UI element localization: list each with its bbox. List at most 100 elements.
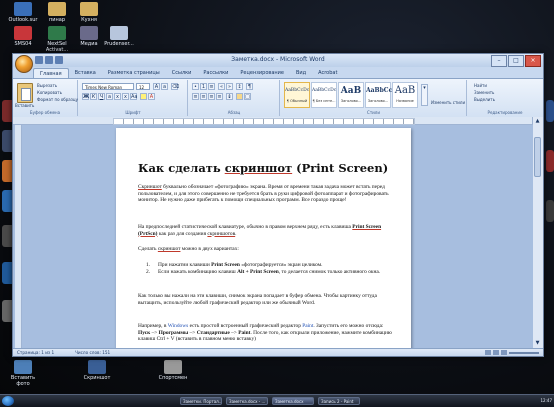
- style-heading-1[interactable]: AaB Заголово...: [338, 82, 364, 108]
- print-layout-view-icon[interactable]: [485, 350, 491, 355]
- page-count[interactable]: Страница: 1 из 1: [17, 350, 54, 355]
- desktop-app-icon[interactable]: [546, 200, 554, 222]
- style-normal[interactable]: AaBbCcDc ¶ Обычный: [284, 82, 310, 108]
- format-painter-button[interactable]: Формат по образцу: [37, 97, 78, 102]
- font-color-button[interactable]: A: [148, 93, 155, 100]
- desktop-icon-media[interactable]: Медиа: [74, 26, 104, 47]
- desktop-icon-sportsman[interactable]: Спортсмен: [158, 360, 188, 381]
- vertical-scrollbar[interactable]: ▲ ▼: [532, 117, 543, 348]
- desktop-icon-sms04[interactable]: SMS04: [8, 26, 38, 47]
- align-center-button[interactable]: ≡: [200, 93, 207, 100]
- close-button[interactable]: ×: [525, 55, 541, 67]
- desktop-icon-kitchen[interactable]: Кухня: [74, 2, 104, 23]
- subscript-button[interactable]: x: [114, 93, 121, 100]
- title-bar[interactable]: Заметка.docx - Microsoft Word – □ ×: [13, 54, 543, 67]
- horizontal-ruler[interactable]: [13, 117, 543, 125]
- system-clock[interactable]: 12:47: [540, 397, 552, 405]
- borders-button[interactable]: □: [244, 93, 251, 100]
- taskbar-item-active[interactable]: Заметка.docx: [272, 397, 314, 405]
- vertical-ruler[interactable]: [15, 125, 22, 348]
- document-page[interactable]: Как сделать скриншот (Print Screen) Скри…: [116, 128, 411, 356]
- ruler-scale: [113, 118, 415, 125]
- desktop-app-icon[interactable]: [546, 150, 554, 172]
- taskbar-item[interactable]: Запись 2 - Paint: [318, 397, 360, 405]
- style-heading-2[interactable]: AaBbCc Заголово...: [365, 82, 392, 108]
- desktop-app-icon[interactable]: [546, 100, 554, 122]
- paragraph-2: На предпоследней статистической клавиату…: [138, 224, 396, 237]
- justify-button[interactable]: ≡: [216, 93, 223, 100]
- style-sample: AaBbCcDc: [285, 88, 310, 93]
- document-heading: Как сделать скриншот (Print Screen): [138, 161, 398, 175]
- align-right-button[interactable]: ≡: [208, 93, 215, 100]
- paste-button-label[interactable]: Вставить: [15, 103, 34, 108]
- tab-mailings[interactable]: Рассылки: [197, 68, 234, 78]
- style-no-spacing[interactable]: AaBbCcDc ¶ Без инте...: [311, 82, 337, 108]
- desktop-icon-outlook[interactable]: Outlook.sur: [8, 2, 38, 23]
- taskbar-item[interactable]: Заметки. Портал...: [180, 397, 222, 405]
- italic-button[interactable]: К: [90, 93, 97, 100]
- line-spacing-button[interactable]: ↨: [226, 93, 233, 100]
- word-count[interactable]: Число слов: 151: [75, 350, 110, 355]
- redo-icon[interactable]: [55, 56, 63, 64]
- scroll-thumb[interactable]: [534, 137, 541, 177]
- undo-icon[interactable]: [45, 56, 53, 64]
- select-button[interactable]: Выделить: [474, 97, 495, 102]
- tab-view[interactable]: Вид: [290, 68, 312, 78]
- desktop-icon-pinar[interactable]: пинар: [42, 2, 72, 23]
- shrink-font-button[interactable]: a: [161, 83, 168, 90]
- decrease-indent-button[interactable]: «: [218, 83, 225, 90]
- scroll-up-icon[interactable]: ▲: [534, 118, 541, 125]
- zoom-slider[interactable]: [509, 351, 539, 354]
- clear-format-button[interactable]: ⌫: [171, 83, 179, 90]
- highlight-button[interactable]: [140, 93, 147, 100]
- maximize-button[interactable]: □: [508, 55, 524, 67]
- zoom-control: [485, 350, 539, 355]
- copy-button[interactable]: Копировать: [37, 90, 62, 95]
- office-button[interactable]: [15, 55, 33, 73]
- scroll-down-icon[interactable]: ▼: [534, 340, 541, 347]
- styles-more-button[interactable]: ▾: [421, 84, 428, 106]
- minimize-button[interactable]: –: [491, 55, 507, 67]
- font-size-select[interactable]: 12: [136, 83, 150, 90]
- desktop-icon-nextsel[interactable]: NextSel Activat...: [42, 26, 72, 53]
- replace-button[interactable]: Заменить: [474, 90, 494, 95]
- tab-references[interactable]: Ссылки: [166, 68, 198, 78]
- tab-acrobat[interactable]: Acrobat: [312, 68, 343, 78]
- menu-path-item: Программы: [158, 329, 189, 336]
- tab-page-layout[interactable]: Разметка страницы: [102, 68, 166, 78]
- multilevel-list-button[interactable]: ≡: [208, 83, 215, 90]
- tab-insert[interactable]: Вставка: [69, 68, 102, 78]
- grow-font-button[interactable]: A: [153, 83, 160, 90]
- font-name-select[interactable]: Times New Roman: [82, 83, 134, 90]
- list-text: «фотографируется» экран целиком.: [239, 262, 323, 268]
- strikethrough-button[interactable]: a: [106, 93, 113, 100]
- reading-view-icon[interactable]: [493, 350, 499, 355]
- numbering-button[interactable]: 1: [200, 83, 207, 90]
- increase-indent-button[interactable]: »: [226, 83, 233, 90]
- desktop-icon-screenshot[interactable]: Скриншот: [82, 360, 112, 381]
- align-left-button[interactable]: ≡: [192, 93, 199, 100]
- start-button[interactable]: [2, 396, 14, 406]
- bullets-button[interactable]: •: [192, 83, 199, 90]
- shading-button[interactable]: [236, 93, 243, 100]
- change-styles-button[interactable]: Изменить стили: [431, 100, 465, 105]
- window-title: Заметка.docx - Microsoft Word: [231, 56, 325, 63]
- find-button[interactable]: Найти: [474, 83, 487, 88]
- change-case-button[interactable]: Aa: [130, 93, 137, 100]
- underline-button[interactable]: Ч: [98, 93, 105, 100]
- desktop-icon-prudenser[interactable]: Prudenser...: [104, 26, 134, 47]
- windows-link[interactable]: Windows: [168, 323, 188, 329]
- taskbar-item[interactable]: Заметка.docx - ...: [226, 397, 268, 405]
- web-view-icon[interactable]: [501, 350, 507, 355]
- bold-button[interactable]: Ж: [82, 93, 89, 100]
- sort-button[interactable]: ↕: [236, 83, 243, 90]
- save-icon[interactable]: [35, 56, 43, 64]
- paste-icon[interactable]: [17, 83, 33, 103]
- superscript-button[interactable]: x: [122, 93, 129, 100]
- style-title[interactable]: AaB Название: [392, 82, 418, 108]
- paint-link[interactable]: Paint: [302, 323, 313, 329]
- tab-review[interactable]: Рецензирование: [234, 68, 290, 78]
- cut-button[interactable]: Вырезать: [37, 83, 57, 88]
- desktop-icon-insert-photo[interactable]: Вставить фото: [8, 360, 38, 387]
- show-marks-button[interactable]: ¶: [246, 83, 253, 90]
